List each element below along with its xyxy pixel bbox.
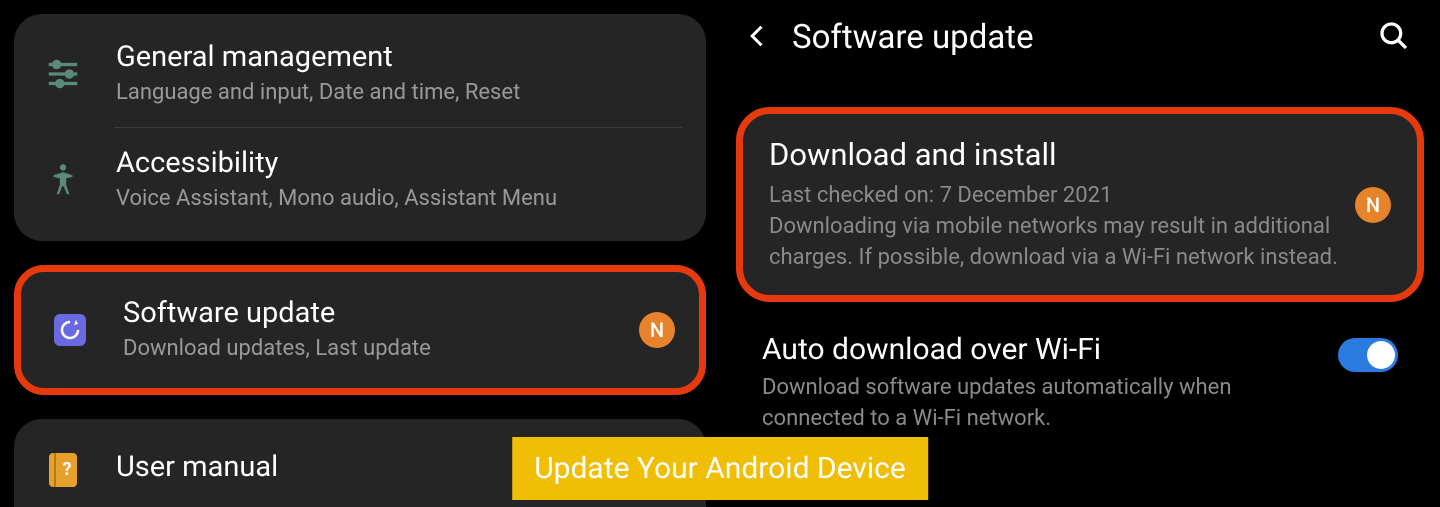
item-subtitle: Last checked on: 7 December 2021 Downloa… [769,181,1343,273]
item-subtitle: Download updates, Last update [123,334,639,365]
search-icon[interactable] [1378,20,1410,56]
notification-badge: N [639,312,675,348]
software-update-panel: Software update Download and install Las… [720,0,1440,500]
download-install-item-highlighted[interactable]: Download and install Last checked on: 7 … [736,107,1424,302]
update-icon [45,310,95,350]
accessibility-item[interactable]: Accessibility Voice Assistant, Mono audi… [14,128,706,233]
auto-download-item[interactable]: Auto download over Wi-Fi Download softwa… [720,302,1440,445]
page-title: Software update [792,18,1358,57]
item-subtitle: Language and input, Date and time, Reset [116,78,682,109]
item-content: Download and install Last checked on: 7 … [769,136,1343,273]
general-management-item[interactable]: General management Language and input, D… [14,22,706,127]
list-item-content: Software update Download updates, Last u… [123,296,639,365]
item-title: General management [116,40,682,74]
item-title: Auto download over Wi-Fi [762,332,1338,367]
item-title: Software update [123,296,639,330]
item-subtitle: Voice Assistant, Mono audio, Assistant M… [116,184,682,215]
item-subtitle: Download software updates automatically … [762,373,1338,435]
list-item-content: Accessibility Voice Assistant, Mono audi… [116,146,682,215]
item-content: Auto download over Wi-Fi Download softwa… [762,332,1338,435]
notification-badge: N [1355,187,1391,223]
item-title: Download and install [769,136,1343,173]
settings-list-panel: General management Language and input, D… [0,0,720,500]
sliders-icon [38,55,88,93]
manual-icon: ? [38,449,88,489]
svg-text:?: ? [63,459,72,480]
item-title: Accessibility [116,146,682,180]
accessibility-icon [38,161,88,199]
software-update-item-highlighted[interactable]: Software update Download updates, Last u… [14,265,706,396]
caption-banner: Update Your Android Device [512,437,928,500]
page-header: Software update [720,0,1440,81]
list-item-content: General management Language and input, D… [116,40,682,109]
auto-download-toggle[interactable] [1338,338,1398,372]
back-icon[interactable] [744,22,772,54]
settings-card: General management Language and input, D… [14,14,706,241]
